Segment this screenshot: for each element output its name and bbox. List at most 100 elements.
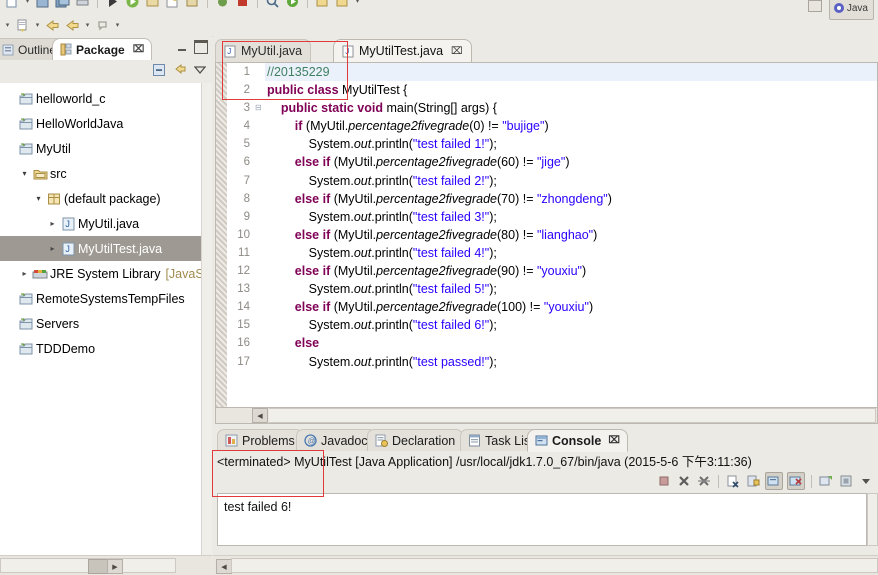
terminate-icon[interactable] bbox=[656, 473, 672, 489]
code-line[interactable]: else if (MyUtil.percentage2fivegrade(100… bbox=[265, 298, 877, 316]
left-scroll-thumb[interactable] bbox=[88, 559, 108, 574]
print-icon[interactable] bbox=[74, 0, 91, 10]
open-type-dropdown-icon[interactable]: ▾ bbox=[34, 17, 41, 34]
run-icon[interactable] bbox=[124, 0, 141, 10]
close-icon[interactable]: ⌧ bbox=[608, 435, 620, 446]
last-edit-location-icon[interactable] bbox=[94, 17, 111, 34]
console-tab-declaration[interactable]: Declaration bbox=[367, 429, 464, 451]
code-line[interactable]: System.out.println("test failed 5!"); bbox=[265, 280, 877, 298]
show-console-on-output-icon[interactable] bbox=[765, 472, 783, 490]
tree-item[interactable]: ▾ (default package) bbox=[0, 186, 202, 211]
code-line[interactable]: public static void main(String[] args) { bbox=[265, 99, 877, 117]
editor-horizontal-scrollbar[interactable]: ◀ bbox=[215, 407, 878, 424]
view-menu-icon[interactable] bbox=[193, 64, 207, 79]
code-text[interactable]: //20135229 public class MyUtilTest { publ… bbox=[265, 63, 877, 407]
minimize-view-button[interactable] bbox=[176, 41, 189, 54]
editor-tab-myutil[interactable]: J MyUtil.java bbox=[215, 39, 312, 62]
show-console-on-error-icon[interactable] bbox=[787, 472, 805, 490]
package-explorer-vertical-scrollbar[interactable] bbox=[201, 83, 212, 556]
expand-twisty-icon[interactable]: ▸ bbox=[18, 269, 31, 278]
code-line[interactable]: else if (MyUtil.percentage2fivegrade(70)… bbox=[265, 190, 877, 208]
console-vertical-scrollbar[interactable] bbox=[867, 493, 878, 546]
tree-item[interactable]: ▸ J MyUtil.java bbox=[0, 211, 202, 236]
new-wizard-icon[interactable] bbox=[4, 0, 21, 10]
external-tools-icon[interactable] bbox=[144, 0, 161, 10]
right-scroll-trough[interactable] bbox=[231, 558, 878, 573]
back-arrow-icon[interactable] bbox=[44, 17, 61, 34]
scroll-left-icon[interactable]: ◀ bbox=[216, 559, 232, 574]
debug-icon[interactable] bbox=[214, 0, 231, 10]
search-icon[interactable] bbox=[264, 0, 281, 10]
save-icon[interactable] bbox=[34, 0, 51, 10]
scroll-left-icon[interactable]: ◀ bbox=[252, 408, 268, 423]
project-tree[interactable]: helloworld_c HelloWorldJava MyUtil ▾ src ▾ (de… bbox=[0, 83, 202, 556]
console-menu-icon[interactable] bbox=[858, 473, 874, 489]
editor-scroll-trough[interactable] bbox=[269, 408, 876, 423]
tab-package-explorer[interactable]: Package ⌧ bbox=[52, 38, 153, 61]
console-horizontal-scrollbar[interactable]: ◀ bbox=[213, 555, 878, 575]
toolbar-more-icon[interactable]: ▾ bbox=[114, 17, 121, 34]
source-editor[interactable]: 1 2 3 4 5 6 7 8 9 10 11 12 13 14 15 16 17 ⊟ //20135229 pu… bbox=[215, 62, 878, 407]
tree-item[interactable]: HelloWorldJava bbox=[0, 111, 202, 136]
console-tab-console[interactable]: Console ⌧ bbox=[527, 429, 628, 452]
console-tab-javadoc[interactable]: @ Javadoc bbox=[296, 429, 376, 451]
forward-arrow-icon[interactable] bbox=[64, 17, 81, 34]
code-line[interactable]: System.out.println("test failed 6!"); bbox=[265, 316, 877, 334]
fold-toggle-icon[interactable]: ⊟ bbox=[255, 103, 264, 112]
tree-item[interactable]: Servers bbox=[0, 311, 202, 336]
lock-scroll-icon[interactable] bbox=[745, 473, 761, 489]
code-line[interactable]: else if (MyUtil.percentage2fivegrade(90)… bbox=[265, 262, 877, 280]
next-annotation-icon[interactable] bbox=[334, 0, 351, 10]
code-line[interactable]: System.out.println("test failed 4!"); bbox=[265, 244, 877, 262]
maximize-view-button[interactable] bbox=[194, 40, 208, 54]
open-console-icon[interactable] bbox=[818, 473, 834, 489]
code-line[interactable]: if (MyUtil.percentage2fivegrade(0) != "b… bbox=[265, 117, 877, 135]
code-line[interactable]: //20135229 bbox=[265, 63, 877, 82]
toolbar-overflow-icon[interactable]: ▾ bbox=[4, 17, 11, 34]
history-dropdown-icon[interactable]: ▾ bbox=[84, 17, 91, 34]
annotation-dropdown-icon[interactable]: ▾ bbox=[354, 0, 361, 10]
scroll-right-icon[interactable]: ▶ bbox=[107, 559, 123, 574]
clear-console-icon[interactable] bbox=[725, 473, 741, 489]
tree-item[interactable]: TDDDemo bbox=[0, 336, 202, 361]
remove-launch-icon[interactable] bbox=[676, 473, 692, 489]
code-line[interactable]: public class MyUtilTest { bbox=[265, 81, 877, 99]
tree-item[interactable]: MyUtil bbox=[0, 136, 202, 161]
collapse-all-icon[interactable] bbox=[152, 63, 166, 80]
expand-twisty-icon[interactable]: ▸ bbox=[46, 219, 59, 228]
tree-item[interactable]: ▸ J MyUtilTest.java bbox=[0, 236, 202, 261]
package-explorer-horizontal-scrollbar[interactable]: ▶ bbox=[0, 555, 212, 575]
close-icon[interactable]: ⌧ bbox=[133, 44, 145, 55]
folding-column[interactable]: ⊟ bbox=[254, 63, 265, 407]
code-line[interactable]: System.out.println("test failed 2!"); bbox=[265, 172, 877, 190]
pin-console-icon[interactable] bbox=[838, 473, 854, 489]
collapse-twisty-icon[interactable]: ▾ bbox=[32, 194, 45, 203]
stop-icon[interactable] bbox=[234, 0, 251, 10]
code-line[interactable]: System.out.println("test failed 1!"); bbox=[265, 135, 877, 153]
tree-item[interactable]: ▸ JRE System Library [JavaSE-1.7] bbox=[0, 261, 202, 286]
editor-marker-bar[interactable] bbox=[216, 63, 227, 407]
close-icon[interactable]: ⌧ bbox=[451, 46, 463, 57]
console-output[interactable]: test failed 6! bbox=[217, 493, 867, 546]
remove-all-terminated-icon[interactable] bbox=[696, 473, 712, 489]
run-last-icon[interactable] bbox=[104, 0, 121, 10]
console-tab-problems[interactable]: Problems bbox=[217, 429, 303, 451]
perspective-switcher[interactable]: Java bbox=[828, 0, 874, 20]
code-line[interactable]: else if (MyUtil.percentage2fivegrade(60)… bbox=[265, 153, 877, 171]
collapse-twisty-icon[interactable]: ▾ bbox=[18, 169, 31, 178]
open-perspective-button[interactable] bbox=[808, 0, 822, 12]
editor-tab-myutiltest[interactable]: J MyUtilTest.java ⌧ bbox=[333, 39, 472, 63]
link-with-editor-icon[interactable] bbox=[173, 63, 187, 80]
new-java-class-icon[interactable] bbox=[164, 0, 181, 10]
tree-item[interactable]: RemoteSystemsTempFiles bbox=[0, 286, 202, 311]
code-line[interactable]: else bbox=[265, 334, 877, 352]
open-type-icon[interactable] bbox=[14, 17, 31, 34]
code-line[interactable]: System.out.println("test failed 3!"); bbox=[265, 208, 877, 226]
save-all-icon[interactable] bbox=[54, 0, 71, 10]
code-line[interactable]: else if (MyUtil.percentage2fivegrade(80)… bbox=[265, 226, 877, 244]
code-line[interactable]: System.out.println("test passed!"); bbox=[265, 353, 877, 371]
run-green-icon[interactable] bbox=[284, 0, 301, 10]
tree-item[interactable]: helloworld_c bbox=[0, 86, 202, 111]
tree-item[interactable]: ▾ src bbox=[0, 161, 202, 186]
new-wizard-dropdown-icon[interactable]: ▾ bbox=[24, 0, 31, 10]
